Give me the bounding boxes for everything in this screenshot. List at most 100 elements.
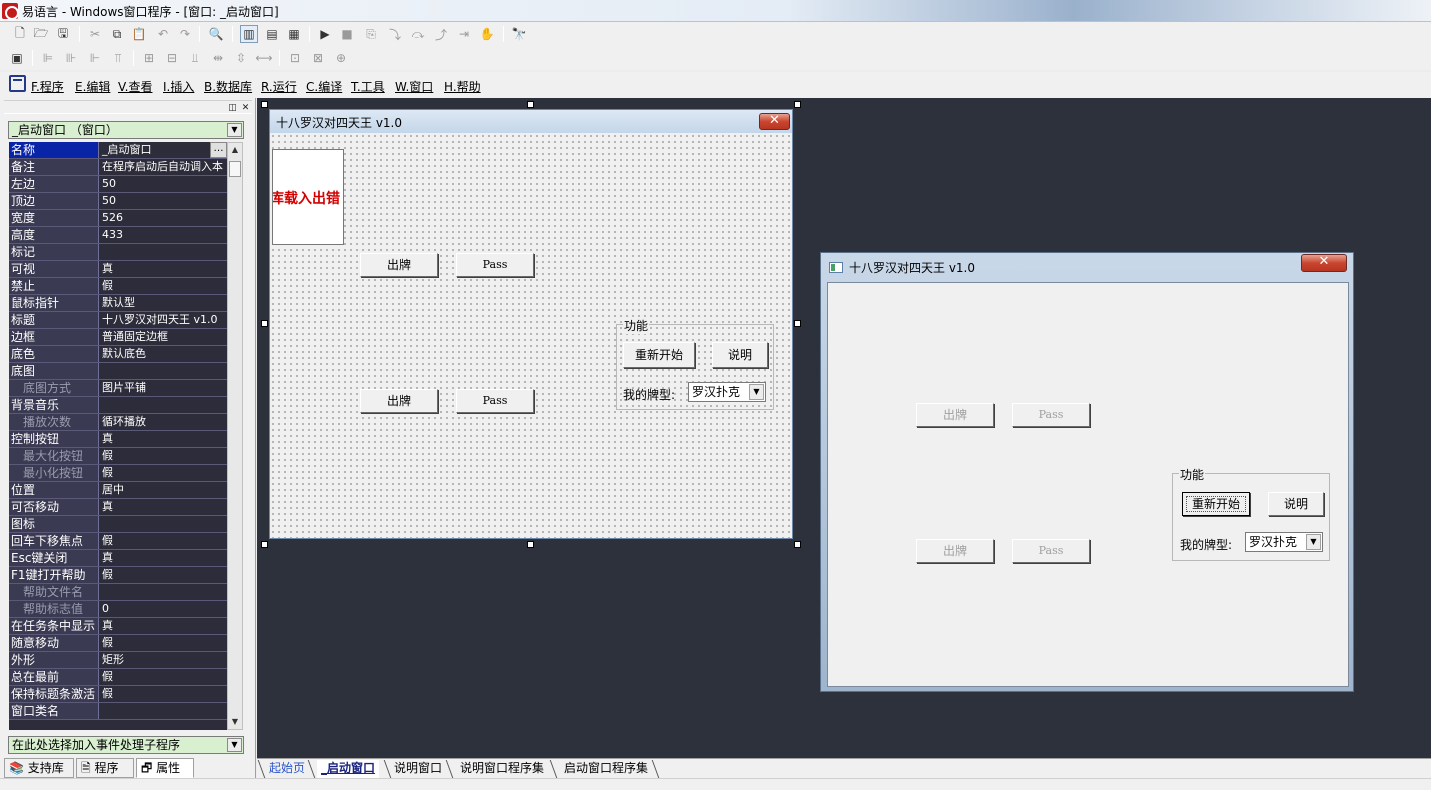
preview-play-button-top[interactable]: 出牌 <box>916 403 994 427</box>
scroll-down-icon[interactable]: ▼ <box>228 715 242 729</box>
property-value[interactable] <box>101 397 227 413</box>
scroll-thumb[interactable] <box>229 161 241 177</box>
center-h-icon[interactable]: ⫫ <box>186 49 204 67</box>
stop-icon[interactable]: ■ <box>338 25 356 43</box>
chevron-down-icon[interactable]: ▼ <box>227 738 242 752</box>
property-row[interactable]: 底图 <box>9 363 227 380</box>
menu-edit[interactable]: E.编辑 <box>75 78 110 95</box>
property-row[interactable]: 随意移动假 <box>9 635 227 652</box>
undo-icon[interactable]: ↶ <box>154 25 172 43</box>
close-icon[interactable]: ✕ <box>1301 254 1347 272</box>
menu-program[interactable]: F.程序 <box>31 78 64 95</box>
align-top-icon[interactable]: ⫪ <box>109 49 127 67</box>
property-value[interactable]: 真 <box>101 618 227 634</box>
property-row[interactable]: 控制按钮真 <box>9 431 227 448</box>
property-row[interactable]: 最小化按钮假 <box>9 465 227 482</box>
tab-startup-window[interactable]: _启动窗口 <box>317 760 380 778</box>
help-button[interactable]: 说明 <box>712 342 768 368</box>
design-form[interactable]: 十八罗汉对四天王 v1.0 ✕ 库载入出错 出牌 Pass 出牌 Pass 功能… <box>269 109 793 539</box>
redo-icon[interactable]: ↷ <box>176 25 194 43</box>
property-value[interactable]: 在程序启动后自动调入本 <box>101 159 227 175</box>
property-row[interactable]: F1键打开帮助假 <box>9 567 227 584</box>
app-menu-icon[interactable] <box>9 75 26 92</box>
close-icon[interactable]: ✕ <box>759 113 790 130</box>
menu-compile[interactable]: C.编译 <box>306 78 342 95</box>
property-value[interactable] <box>101 516 227 532</box>
preview-card-type-select[interactable]: 罗汉扑克 ▼ <box>1245 532 1323 552</box>
property-value[interactable]: 居中 <box>101 482 227 498</box>
preview-pass-button-top[interactable]: Pass <box>1012 403 1090 427</box>
property-grid-scrollbar[interactable]: ▲ ▼ <box>227 142 243 730</box>
property-row[interactable]: 左边 50 <box>9 176 227 193</box>
run-icon[interactable]: ▶ <box>316 25 334 43</box>
menu-help[interactable]: H.帮助 <box>444 78 481 95</box>
property-row[interactable]: 位置 居中 <box>9 482 227 499</box>
tab-program[interactable]: 🗎 程序 <box>76 758 134 778</box>
property-row[interactable]: 高度 433 <box>9 227 227 244</box>
menu-database[interactable]: B.数据库 <box>204 78 252 95</box>
property-row[interactable]: 外形 矩形 <box>9 652 227 669</box>
form-icon[interactable]: ▣ <box>8 49 26 67</box>
property-value[interactable]: _启动窗口 <box>101 142 227 158</box>
chevron-down-icon[interactable]: ▼ <box>749 384 764 400</box>
property-value[interactable]: 真 <box>101 499 227 515</box>
resize-handle[interactable] <box>794 541 801 548</box>
property-row[interactable]: 底图方式 图片平铺 <box>9 380 227 397</box>
step-icon[interactable]: ⎘ <box>362 25 380 43</box>
card-type-select[interactable]: 罗汉扑克 ▼ <box>688 382 766 402</box>
property-value[interactable]: 50 <box>101 176 227 192</box>
pass-button-top[interactable]: Pass <box>456 253 534 277</box>
property-value[interactable]: 真 <box>101 550 227 566</box>
same-width-icon[interactable]: ⇹ <box>209 49 227 67</box>
restart-button[interactable]: 重新开始 <box>623 342 695 368</box>
tab-startup-window-module[interactable]: 启动窗口程序集 <box>564 760 648 778</box>
property-value[interactable]: 假 <box>101 278 227 294</box>
chevron-down-icon[interactable]: ▼ <box>227 123 242 137</box>
property-row[interactable]: 最大化按钮假 <box>9 448 227 465</box>
cut-icon[interactable]: ✂ <box>86 25 104 43</box>
property-value[interactable] <box>101 703 227 719</box>
property-value[interactable]: 假 <box>101 533 227 549</box>
menu-view[interactable]: V.查看 <box>118 78 152 95</box>
property-value[interactable]: 433 <box>101 227 227 243</box>
property-value[interactable]: 真 <box>101 261 227 277</box>
card-image-box[interactable]: 库载入出错 <box>272 149 344 245</box>
property-row[interactable]: 图标 <box>9 516 227 533</box>
scroll-up-icon[interactable]: ▲ <box>228 143 242 157</box>
property-value[interactable] <box>101 363 227 379</box>
panel-close-icon[interactable]: ✕ <box>240 103 251 114</box>
resize-handle[interactable] <box>794 320 801 327</box>
play-card-button-bottom[interactable]: 出牌 <box>360 389 438 413</box>
grid-icon[interactable]: ⊕ <box>332 49 350 67</box>
property-value[interactable]: 默认型 <box>101 295 227 311</box>
panel-restore-icon[interactable]: ◫ <box>227 103 238 114</box>
menu-insert[interactable]: I.插入 <box>163 78 194 95</box>
property-row[interactable]: 可视真 <box>9 261 227 278</box>
property-value[interactable]: 526 <box>101 210 227 226</box>
step-into-icon[interactable]: ⤵ <box>386 25 404 43</box>
step-out-icon[interactable]: ⤴ <box>432 25 450 43</box>
menu-window[interactable]: W.窗口 <box>395 78 433 95</box>
copy-icon[interactable]: ⧉ <box>108 25 126 43</box>
property-row[interactable]: 禁止假 <box>9 278 227 295</box>
resize-handle[interactable] <box>794 101 801 108</box>
resize-handle[interactable] <box>261 320 268 327</box>
pass-button-bottom[interactable]: Pass <box>456 389 534 413</box>
tab-start-page[interactable]: 起始页 <box>269 760 305 778</box>
preview-window[interactable]: 十八罗汉对四天王 v1.0 ✕ 出牌 Pass 出牌 Pass 功能 重新开始 … <box>820 252 1354 692</box>
property-row[interactable]: 名称 _启动窗口… <box>9 142 227 159</box>
resize-handle[interactable] <box>527 541 534 548</box>
menu-run[interactable]: R.运行 <box>261 78 297 95</box>
tab-properties[interactable]: 🗗 属性 <box>136 758 194 778</box>
resize-handle[interactable] <box>261 541 268 548</box>
align-bottom-icon[interactable]: ⊟ <box>163 49 181 67</box>
property-value[interactable]: 矩形 <box>101 652 227 668</box>
preview-pass-button-bottom[interactable]: Pass <box>1012 539 1090 563</box>
find-icon[interactable]: 🔍 <box>207 25 225 43</box>
property-row[interactable]: 底色 默认底色 <box>9 346 227 363</box>
debug-find-icon[interactable]: 🔭 <box>510 25 528 43</box>
property-row[interactable]: 帮助标志值 0 <box>9 601 227 618</box>
property-value[interactable] <box>101 244 227 260</box>
property-row[interactable]: 播放次数 循环播放 <box>9 414 227 431</box>
step-over-icon[interactable]: ⤼ <box>409 25 427 43</box>
